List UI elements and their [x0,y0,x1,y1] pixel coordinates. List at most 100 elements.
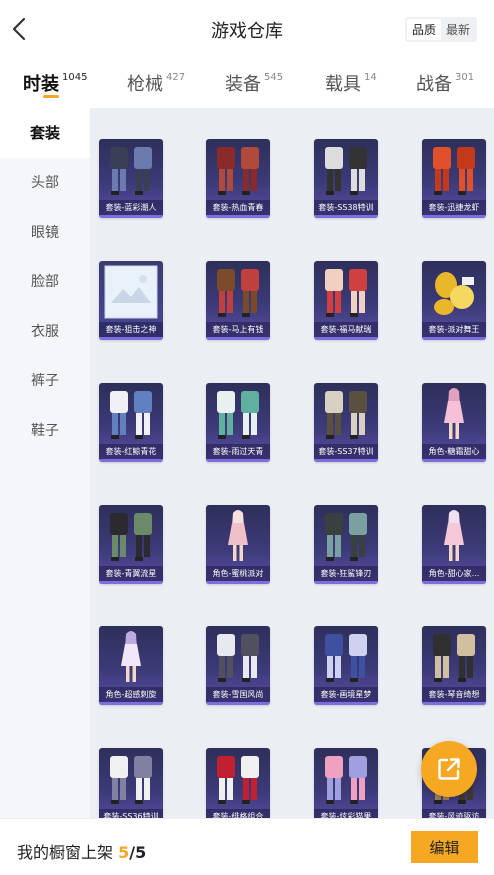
item-card[interactable]: 套装-蓝彩潮人 [99,139,163,218]
edit-button[interactable]: 编辑 [411,831,478,863]
showcase-bar: 我的橱窗上架 5/5 编辑 [0,818,494,875]
item-grid: 套装-蓝彩潮人 套装-热血青春 套装-SS38特训 套装-迅捷龙虾 套装-狙击之神 套装-… [90,108,494,818]
item-card[interactable]: 套装-SS38特训 [314,139,378,218]
item-card-label: 套装-狙击之神 [99,322,163,337]
sidebar-item-clothes[interactable]: 衣服 [0,306,90,356]
tab-count: 545 [264,72,284,83]
tab-count: 14 [364,72,377,83]
showcase-current-count: 5 [118,843,130,862]
item-card-label: 套装-狂鲨锋刃 [314,566,378,581]
sidebar-item-set[interactable]: 套装 [0,108,90,158]
item-card[interactable]: 套装-青翼流星 [99,505,163,584]
item-card-label: 套装-风迹驱访 [422,809,486,818]
sort-toggle: 品质 最新 [405,17,477,42]
tab-count: 301 [455,72,475,83]
tab-label: 装备 [225,74,261,95]
item-card-label: 套装-SS36特训 [99,809,163,818]
outfit-icon [110,756,152,804]
sidebar-item-pants[interactable]: 裤子 [0,356,90,406]
outfit-icon [217,269,259,317]
item-card[interactable]: 套装-炫彩猫果 [314,748,378,818]
sidebar-item-glasses[interactable]: 眼镜 [0,207,90,257]
outfit-icon [217,391,259,439]
image-placeholder-icon [104,265,158,319]
outfit-icon [433,634,475,682]
item-card[interactable]: 角色-甜心家... [422,505,486,584]
item-card[interactable]: 套装-热血青春 [206,139,270,218]
item-card-label: 套装-青翼流星 [99,566,163,581]
outfit-icon [325,147,367,195]
gold-outfit-icon [434,272,474,315]
tab-weapons[interactable]: 枪械 427 [127,58,203,108]
item-card[interactable]: 套装-狙击之神 [99,261,163,340]
item-card-label: 角色-糖霜甜心 [422,444,486,459]
tab-label: 枪械 [127,74,163,95]
item-card-label: 套装-蓝彩潮人 [99,200,163,215]
item-card-label: 套装-福马献瑞 [314,322,378,337]
top-bar: 游戏仓库 品质 最新 [0,0,494,58]
item-card[interactable]: 套装-福马献瑞 [314,261,378,340]
item-card[interactable]: 套装-狂鲨锋刃 [314,505,378,584]
sort-by-newest[interactable]: 最新 [441,19,475,40]
item-card-label: 套装-热血青春 [206,200,270,215]
sort-by-quality[interactable]: 品质 [407,19,441,40]
showcase-label: 我的橱窗上架 [17,843,114,862]
item-card-label: 角色-蜜桃派对 [206,566,270,581]
subcategory-sidebar: 套装 头部 眼镜 脸部 衣服 裤子 鞋子 [0,108,90,818]
sidebar-item-face[interactable]: 脸部 [0,257,90,307]
item-card-label: 套装-红鲸青花 [99,444,163,459]
outfit-icon [325,391,367,439]
item-card[interactable]: 套装-SS36特训 [99,748,163,818]
item-card-label: 套装-雪国风尚 [206,687,270,702]
showcase-status: 我的橱窗上架 5/5 [17,839,146,863]
tab-label: 载具 [325,74,361,95]
tab-supplies[interactable]: 战备 301 [416,58,492,108]
item-card[interactable]: 套装-绯格组合 [206,748,270,818]
sidebar-item-shoes[interactable]: 鞋子 [0,405,90,455]
item-card[interactable]: 套装-琴音绮想 [422,626,486,705]
item-card[interactable]: 套装-马上有钱 [206,261,270,340]
item-card[interactable]: 套装-雨过天青 [206,383,270,462]
item-card[interactable]: 套装-迅捷龙虾 [422,139,486,218]
tab-equipment[interactable]: 装备 545 [225,58,305,108]
share-button[interactable] [421,741,477,797]
item-card[interactable]: 套装-派对舞王 [422,261,486,340]
tab-vehicles[interactable]: 载具 14 [325,58,397,108]
item-card-label: 套装-琴音绮想 [422,687,486,702]
category-tabs: 时装 1045 枪械 427 装备 545 载具 14 战备 301 [0,58,494,108]
outfit-icon [110,391,152,439]
tab-fashion[interactable]: 时装 1045 [23,58,103,108]
outfit-icon [217,756,259,804]
item-card[interactable]: 套装-SS37特训 [314,383,378,462]
outfit-icon [433,147,475,195]
item-card[interactable]: 套装-画境星梦 [314,626,378,705]
item-card-label: 套装-迅捷龙虾 [422,200,486,215]
outfit-icon [325,634,367,682]
outfit-icon [325,756,367,804]
item-card-label: 套装-马上有钱 [206,322,270,337]
item-card-label: 角色-甜心家... [422,566,486,581]
item-card-label: 角色-超感刺旋 [99,687,163,702]
item-card-label: 套装-SS38特训 [314,200,378,215]
item-card[interactable]: 套装-红鲸青花 [99,383,163,462]
outfit-icon [217,634,259,682]
item-card-label: 套装-绯格组合 [206,809,270,818]
tab-label: 时装 [23,74,59,95]
item-card[interactable]: 角色-蜜桃派对 [206,505,270,584]
item-card[interactable]: 角色-超感刺旋 [99,626,163,705]
item-card[interactable]: 套装-雪国风尚 [206,626,270,705]
character-icon [444,510,464,561]
tab-count: 1045 [62,72,88,83]
outfit-icon [325,269,367,317]
showcase-max-count: 5 [135,843,147,862]
item-card-label: 套装-SS37特训 [314,444,378,459]
tab-label: 战备 [416,74,452,95]
character-icon [121,631,141,682]
item-card[interactable]: 角色-糖霜甜心 [422,383,486,462]
item-card-label: 套装-派对舞王 [422,322,486,337]
tab-count: 427 [166,72,186,83]
active-tab-indicator [43,95,59,98]
item-card-label: 套装-雨过天青 [206,444,270,459]
outfit-icon [110,513,152,561]
sidebar-item-head[interactable]: 头部 [0,158,90,208]
